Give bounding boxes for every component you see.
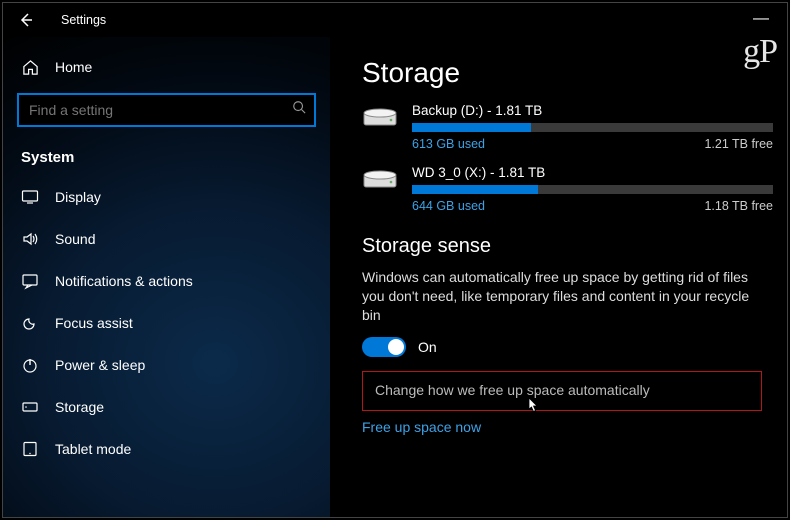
drive-used: 613 GB used bbox=[412, 137, 485, 151]
page-title: Storage bbox=[362, 57, 773, 89]
change-free-space-link[interactable]: Change how we free up space automaticall… bbox=[362, 371, 762, 411]
sidebar-item-tablet-mode[interactable]: Tablet mode bbox=[3, 428, 330, 470]
sidebar-nav: Display Sound Notifications & actions Fo… bbox=[3, 176, 330, 470]
focus-assist-icon bbox=[21, 314, 39, 332]
sidebar-home[interactable]: Home bbox=[3, 47, 330, 87]
usage-bar-fill bbox=[412, 185, 538, 194]
storage-sense-description: Windows can automatically free up space … bbox=[362, 268, 762, 325]
search-input[interactable] bbox=[17, 93, 316, 127]
sidebar-item-power-sleep[interactable]: Power & sleep bbox=[3, 344, 330, 386]
drive-used: 644 GB used bbox=[412, 199, 485, 213]
sidebar-item-label: Notifications & actions bbox=[55, 273, 193, 289]
power-sleep-icon bbox=[21, 356, 39, 374]
sidebar-item-focus-assist[interactable]: Focus assist bbox=[3, 302, 330, 344]
titlebar: Settings — bbox=[3, 3, 787, 37]
watermark: gP bbox=[743, 37, 777, 71]
sidebar-item-label: Focus assist bbox=[55, 315, 133, 331]
storage-sense-heading: Storage sense bbox=[362, 235, 773, 258]
drive-free: 1.21 TB free bbox=[704, 137, 773, 151]
minimize-button[interactable]: — bbox=[747, 9, 775, 29]
sidebar: Home System Display Sound bbox=[3, 37, 330, 517]
usage-bar bbox=[412, 185, 773, 194]
sidebar-item-storage[interactable]: Storage bbox=[3, 386, 330, 428]
storage-icon bbox=[21, 398, 39, 416]
sidebar-item-label: Tablet mode bbox=[55, 441, 131, 457]
sidebar-item-label: Display bbox=[55, 189, 101, 205]
main-panel: gP Storage Backup (D:) - 1.81 TB 613 GB … bbox=[330, 37, 787, 517]
toggle-knob bbox=[388, 339, 404, 355]
drive-icon bbox=[362, 105, 398, 133]
display-icon bbox=[21, 188, 39, 206]
drive-row[interactable]: WD 3_0 (X:) - 1.81 TB 644 GB used 1.18 T… bbox=[362, 165, 773, 213]
sidebar-item-display[interactable]: Display bbox=[3, 176, 330, 218]
minimize-icon: — bbox=[753, 10, 769, 28]
back-button[interactable] bbox=[11, 5, 41, 35]
sound-icon bbox=[21, 230, 39, 248]
drive-row[interactable]: Backup (D:) - 1.81 TB 613 GB used 1.21 T… bbox=[362, 103, 773, 151]
drive-icon bbox=[362, 167, 398, 195]
sidebar-item-label: Sound bbox=[55, 231, 95, 247]
sidebar-item-notifications[interactable]: Notifications & actions bbox=[3, 260, 330, 302]
drive-name: WD 3_0 (X:) - 1.81 TB bbox=[412, 165, 773, 180]
sidebar-home-label: Home bbox=[55, 59, 92, 75]
drive-name: Backup (D:) - 1.81 TB bbox=[412, 103, 773, 118]
sidebar-item-sound[interactable]: Sound bbox=[3, 218, 330, 260]
toggle-state-label: On bbox=[418, 339, 437, 355]
usage-bar-fill bbox=[412, 123, 531, 132]
tablet-mode-icon bbox=[21, 440, 39, 458]
usage-bar bbox=[412, 123, 773, 132]
storage-sense-toggle[interactable] bbox=[362, 337, 406, 357]
free-up-now-link[interactable]: Free up space now bbox=[362, 419, 773, 435]
cursor-icon bbox=[523, 396, 541, 418]
sidebar-category: System bbox=[3, 137, 330, 176]
window-title: Settings bbox=[61, 13, 106, 27]
back-arrow-icon bbox=[18, 12, 34, 28]
notifications-icon bbox=[21, 272, 39, 290]
change-free-space-label: Change how we free up space automaticall… bbox=[375, 382, 650, 398]
sidebar-item-label: Storage bbox=[55, 399, 104, 415]
drive-free: 1.18 TB free bbox=[704, 199, 773, 213]
sidebar-item-label: Power & sleep bbox=[55, 357, 145, 373]
home-icon bbox=[21, 59, 39, 76]
